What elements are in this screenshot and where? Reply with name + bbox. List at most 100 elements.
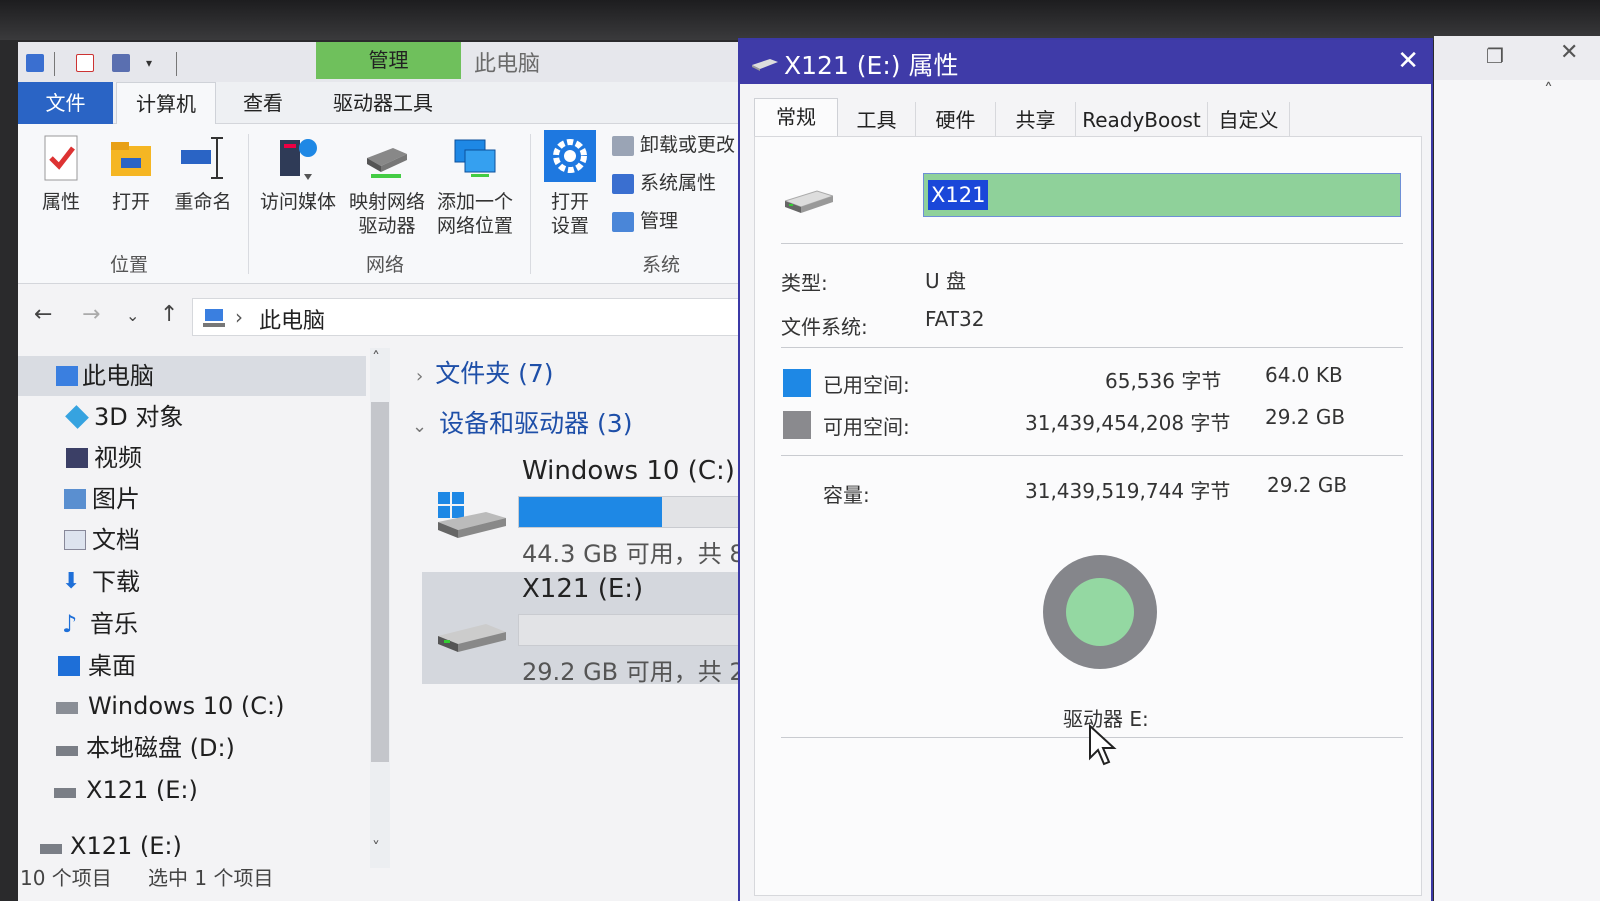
content-pane: › 文件夹 (7) ⌄ 设备和驱动器 (3) Windows 10 (C:) 44.… (408, 348, 778, 901)
nav-pane-scrollbar[interactable]: ˄ ˅ (370, 348, 390, 868)
manage-context-tab[interactable]: 管理 (316, 42, 461, 79)
usb-drive-icon (436, 610, 508, 656)
uninstall-icon (612, 135, 634, 156)
tab-customize[interactable]: 自定义 (1208, 102, 1290, 138)
sidebar-item-drive-e-removable[interactable]: X121 (E:) (18, 826, 366, 866)
sidebar-item-drive-c[interactable]: Windows 10 (C:) (18, 686, 366, 726)
toolbar-divider (176, 52, 177, 76)
usb-drive-icon (54, 788, 76, 798)
capacity-label: 容量: (823, 483, 870, 507)
manage-button[interactable]: 管理 (612, 206, 678, 236)
pc-icon (203, 309, 225, 327)
open-settings-button[interactable]: 打开 设置 (540, 130, 600, 238)
properties-icon (37, 134, 85, 182)
donut-center (1066, 578, 1134, 646)
add-network-location-label-1: 添加一个 (436, 191, 513, 213)
breadcrumb-this-pc[interactable]: 此电脑 (259, 303, 325, 335)
scrollbar-thumb[interactable] (371, 402, 389, 762)
system-properties-label: 系统属性 (640, 172, 717, 194)
tab-tools[interactable]: 工具 (838, 102, 916, 138)
drive-icon (56, 702, 78, 714)
sidebar-item-3d-objects[interactable]: 3D 对象 (18, 397, 366, 437)
map-network-drive-button[interactable]: 映射网络 驱动器 (344, 134, 430, 238)
sidebar-item-label: 3D 对象 (94, 403, 184, 431)
tab-file[interactable]: 文件 (18, 82, 113, 124)
sidebar-item-desktop[interactable]: 桌面 (18, 646, 366, 686)
forward-button[interactable]: → (82, 302, 100, 327)
ribbon: 属性 打开 重命名 位置 访问媒体 映射网络 驱动器 添加一个 网络位置 网络 … (18, 124, 778, 284)
add-network-location-button[interactable]: 添加一个 网络位置 (432, 134, 518, 238)
media-server-icon (274, 134, 322, 182)
devices-group-label: 设备和驱动器 (3) (439, 409, 633, 438)
group-label-system: 系统 (642, 254, 681, 276)
ribbon-tabs: 文件 计算机 查看 驱动器工具 (18, 82, 778, 124)
sidebar-item-documents[interactable]: 文档 (18, 520, 366, 560)
scroll-down-icon[interactable]: ˅ (372, 838, 380, 857)
customize-dropdown-icon[interactable]: ▾ (146, 54, 164, 72)
address-bar[interactable]: › 此电脑 (192, 298, 772, 336)
sidebar-item-label: 图片 (92, 485, 140, 513)
video-icon (66, 448, 88, 468)
properties-button[interactable]: 属性 (34, 134, 88, 214)
used-space-size: 64.0 KB (1265, 363, 1343, 387)
sidebar-item-music[interactable]: ♪ 音乐 (18, 604, 366, 644)
drive-tile-c[interactable]: Windows 10 (C:) 44.3 GB 可用，共 8 (422, 454, 778, 568)
sidebar-item-label: X121 (E:) (86, 776, 198, 804)
close-button[interactable]: ✕ (1397, 46, 1419, 76)
dialog-title: X121 (E:) 属性 (784, 51, 959, 80)
rename-button[interactable]: 重命名 (168, 134, 238, 214)
open-label: 打开 (111, 191, 150, 213)
gear-icon (544, 130, 596, 182)
devices-group-header[interactable]: ⌄ 设备和驱动器 (3) (412, 404, 632, 440)
map-network-drive-label-1: 映射网络 (348, 191, 425, 213)
breadcrumb-chevron-icon[interactable]: › (235, 305, 243, 329)
divider (781, 347, 1403, 348)
drive-free-space: 44.3 GB 可用，共 8 (522, 540, 745, 568)
up-button[interactable]: ↑ (160, 302, 178, 327)
sidebar-item-pictures[interactable]: 图片 (18, 479, 366, 519)
folders-group-header[interactable]: › 文件夹 (7) (416, 354, 554, 390)
pc-icon[interactable] (26, 54, 44, 72)
sidebar-item-drive-e[interactable]: X121 (E:) (18, 770, 366, 810)
tab-readyboost[interactable]: ReadyBoost (1076, 102, 1208, 138)
recent-locations-button[interactable]: ⌄ (126, 306, 139, 325)
sidebar-item-drive-d[interactable]: 本地磁盘 (D:) (18, 728, 366, 768)
chevron-up-icon[interactable]: ˄ (1544, 80, 1553, 101)
tab-sharing[interactable]: 共享 (996, 102, 1076, 138)
quick-access-toolbar: ▾ 管理 此电脑 (18, 42, 778, 86)
tab-computer[interactable]: 计算机 (116, 82, 216, 124)
sidebar-item-this-pc[interactable]: 此电脑 (18, 356, 366, 396)
drive-tile-e[interactable]: X121 (E:) 29.2 GB 可用，共 2 (422, 572, 778, 686)
properties-check-icon[interactable] (76, 54, 94, 72)
tab-general[interactable]: 常规 (754, 98, 838, 140)
sidebar-item-label: 视频 (94, 444, 142, 472)
open-settings-label-1: 打开 (550, 191, 589, 213)
access-media-label: 访问媒体 (259, 191, 336, 213)
sidebar-item-label: 音乐 (90, 610, 138, 638)
close-icon[interactable]: ✕ (1560, 40, 1578, 65)
new-folder-icon[interactable] (112, 54, 130, 72)
drive-name-input[interactable]: X121 (923, 173, 1401, 217)
scroll-up-icon[interactable]: ˄ (372, 348, 380, 367)
type-value: U 盘 (925, 269, 966, 293)
sidebar-item-videos[interactable]: 视频 (18, 438, 366, 478)
used-space-swatch (783, 369, 811, 397)
selection-count: 选中 1 个项目 (148, 866, 274, 890)
properties-label: 属性 (41, 191, 80, 213)
tab-view[interactable]: 查看 (228, 82, 298, 124)
back-button[interactable]: ← (34, 302, 52, 327)
tab-drive-tools[interactable]: 驱动器工具 (318, 82, 448, 124)
network-drive-icon (363, 134, 411, 182)
uninstall-or-change-button[interactable]: 卸载或更改 (612, 130, 735, 160)
tab-hardware[interactable]: 硬件 (916, 102, 996, 138)
file-system-label: 文件系统: (781, 315, 868, 339)
sidebar-item-downloads[interactable]: ⬇ 下载 (18, 562, 366, 602)
music-icon: ♪ (62, 610, 78, 638)
drive-free-space: 29.2 GB 可用，共 2 (522, 658, 745, 686)
drive-name: Windows 10 (C:) (522, 456, 735, 486)
divider (781, 243, 1403, 244)
access-media-button[interactable]: 访问媒体 (256, 134, 340, 214)
open-button[interactable]: 打开 (104, 134, 158, 214)
system-properties-button[interactable]: 系统属性 (612, 168, 716, 198)
restore-icon[interactable]: ❐ (1486, 44, 1504, 68)
